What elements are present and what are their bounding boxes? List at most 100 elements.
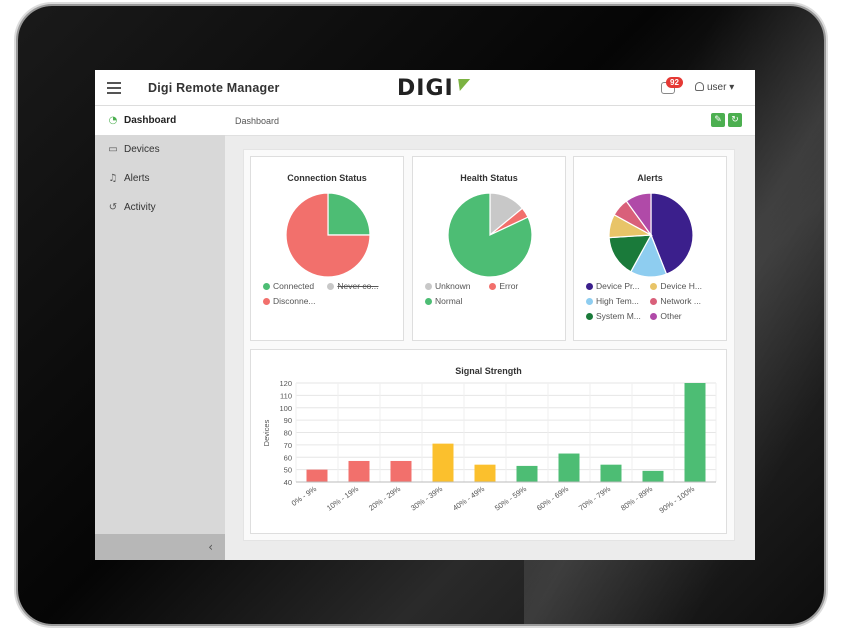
- menu-icon[interactable]: [107, 82, 121, 94]
- legend-swatch: [650, 297, 658, 305]
- legend-swatch: [425, 282, 432, 290]
- legend-swatch: [327, 282, 335, 290]
- bar[interactable]: [642, 470, 664, 482]
- legend-swatch: [586, 282, 593, 290]
- x-tick-label: 80% - 89%: [619, 484, 654, 513]
- legend-item[interactable]: Normal: [425, 296, 487, 306]
- content-header: Dashboard ✎ ↻: [225, 106, 755, 136]
- connection-status-pie[interactable]: [251, 183, 405, 293]
- user-menu[interactable]: user ▾: [695, 82, 734, 93]
- sidebar-item-label: Activity: [124, 202, 156, 213]
- legend-item[interactable]: Device H...: [650, 281, 712, 291]
- signal-strength-chart[interactable]: 40 50 60 70 80 90 100 110 120 0% - 9% 10% - 19% 20%…: [251, 350, 728, 535]
- x-tick-label: 40% - 49%: [451, 484, 486, 513]
- user-icon: [695, 82, 704, 91]
- app-screen: Digi Remote Manager DIGI 92 user ▾ ◔ Das…: [95, 70, 755, 560]
- sidebar-collapse-bar: ‹: [95, 534, 225, 560]
- legend-item[interactable]: System M...: [586, 311, 648, 321]
- sidebar-item-devices[interactable]: ▭ Devices: [95, 135, 225, 164]
- bar[interactable]: [306, 469, 328, 482]
- health-status-card: Health Status Unknown Error Normal: [412, 156, 566, 341]
- alerts-legend: Device Pr... Device H... High Tem... Net…: [586, 281, 726, 326]
- bar[interactable]: [600, 464, 622, 482]
- notification-badge[interactable]: 92: [666, 77, 683, 88]
- y-tick-label: 50: [284, 466, 292, 475]
- refresh-button[interactable]: ↻: [728, 113, 742, 127]
- bar[interactable]: [390, 460, 412, 482]
- sidebar-item-label: Devices: [124, 144, 160, 155]
- legend-item[interactable]: Connected: [263, 281, 325, 291]
- legend-swatch: [489, 282, 497, 290]
- bar[interactable]: [558, 453, 580, 482]
- legend-item[interactable]: Error: [489, 281, 551, 291]
- y-tick-label: 120: [279, 379, 292, 388]
- legend-swatch: [263, 282, 270, 290]
- sidebar-item-activity[interactable]: ↺ Activity: [95, 193, 225, 222]
- sidebar-item-label: Dashboard: [124, 115, 177, 126]
- legend-swatch: [425, 297, 432, 305]
- legend-item[interactable]: Unknown: [425, 281, 487, 291]
- legend-item[interactable]: Disconne...: [263, 296, 325, 306]
- bell-icon: ♫: [108, 173, 118, 184]
- sidebar-item-label: Alerts: [124, 173, 150, 184]
- y-tick-label: 90: [284, 416, 292, 425]
- x-tick-label: 30% - 39%: [409, 484, 444, 513]
- device-icon: ▭: [108, 144, 118, 155]
- speedometer-icon: ◔: [108, 115, 118, 126]
- bar[interactable]: [348, 460, 370, 482]
- connection-status-card: Connection Status Connected Never co... …: [250, 156, 404, 341]
- edit-button[interactable]: ✎: [711, 113, 725, 127]
- card-title: Alerts: [637, 173, 663, 183]
- legend-swatch: [650, 282, 658, 290]
- bar[interactable]: [684, 383, 706, 482]
- legend-item[interactable]: Never co...: [327, 281, 389, 291]
- y-tick-label: 100: [279, 404, 292, 413]
- x-tick-label: 60% - 69%: [535, 484, 570, 513]
- refresh-icon: ↻: [731, 115, 739, 125]
- connection-legend: Connected Never co... Disconne...: [263, 281, 403, 311]
- sidebar-item-dashboard[interactable]: ◔ Dashboard: [95, 106, 225, 135]
- caret-down-icon: ▾: [729, 82, 735, 93]
- card-title: Health Status: [460, 173, 518, 183]
- logo-mark-icon: [453, 79, 470, 91]
- x-tick-label: 70% - 79%: [577, 484, 612, 513]
- x-tick-label: 50% - 59%: [493, 484, 528, 513]
- dashboard-area: Connection Status Connected Never co... …: [243, 149, 735, 541]
- legend-item[interactable]: Network ...: [650, 296, 712, 306]
- alerts-pie[interactable]: [574, 183, 728, 293]
- bar[interactable]: [474, 464, 496, 482]
- y-tick-label: 80: [284, 429, 292, 438]
- sidebar: ◔ Dashboard ▭ Devices ♫ Alerts ↺ Activit…: [95, 106, 225, 560]
- legend-swatch: [650, 312, 658, 320]
- x-tick-label: 10% - 19%: [325, 484, 360, 513]
- bar[interactable]: [516, 465, 538, 482]
- y-tick-label: 70: [284, 441, 292, 450]
- history-icon: ↺: [108, 202, 118, 213]
- x-tick-label: 90% - 100%: [658, 484, 697, 515]
- health-status-pie[interactable]: [413, 183, 567, 293]
- pie-slice[interactable]: [327, 192, 371, 236]
- breadcrumb[interactable]: Dashboard: [235, 116, 279, 126]
- x-tick-label: 0% - 9%: [290, 484, 319, 508]
- legend-item[interactable]: High Tem...: [586, 296, 648, 306]
- signal-strength-card: Signal Strength 40 50 60 70 80 90 100 110 120 0% …: [250, 349, 727, 534]
- legend-item[interactable]: Device Pr...: [586, 281, 648, 291]
- y-axis-label: Devices: [262, 419, 271, 446]
- y-tick-label: 110: [280, 391, 292, 400]
- legend-swatch: [586, 297, 593, 305]
- chevron-left-icon[interactable]: ‹: [208, 540, 213, 554]
- digi-logo[interactable]: DIGI: [397, 76, 470, 101]
- legend-item[interactable]: Other: [650, 311, 712, 321]
- alerts-card: Alerts Device Pr... Device H... High Tem…: [573, 156, 727, 341]
- health-legend: Unknown Error Normal: [425, 281, 565, 311]
- legend-swatch: [586, 312, 593, 320]
- sidebar-item-alerts[interactable]: ♫ Alerts: [95, 164, 225, 193]
- x-tick-label: 20% - 29%: [367, 484, 402, 513]
- app-title: Digi Remote Manager: [148, 81, 280, 95]
- card-title: Connection Status: [287, 173, 367, 183]
- bar[interactable]: [432, 443, 454, 482]
- legend-swatch: [263, 297, 270, 305]
- y-tick-label: 40: [284, 478, 292, 487]
- y-tick-label: 60: [284, 453, 292, 462]
- user-label: user: [707, 82, 727, 93]
